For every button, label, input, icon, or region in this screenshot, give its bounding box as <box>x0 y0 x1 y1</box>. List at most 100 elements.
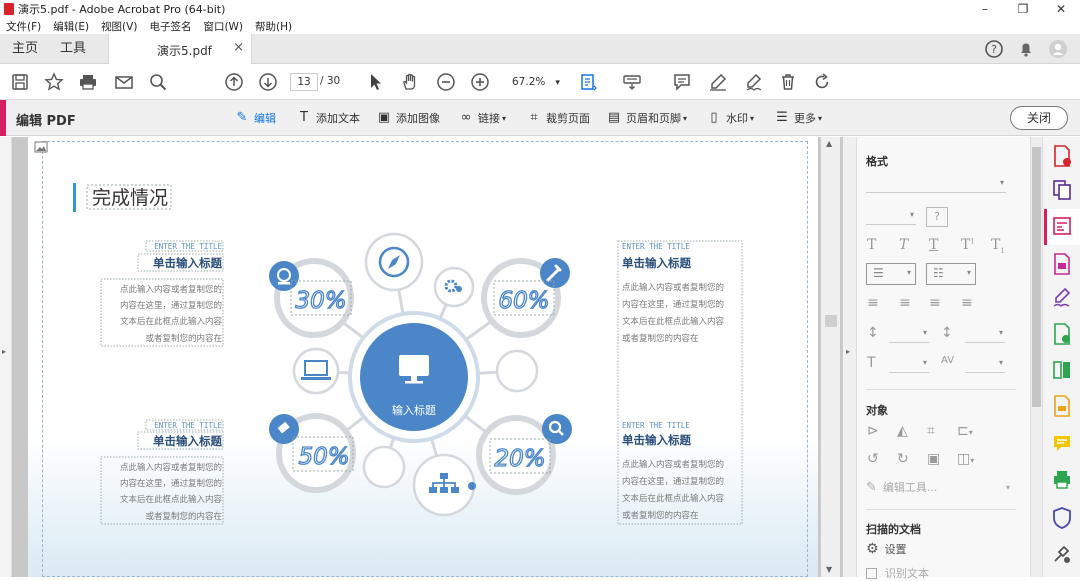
scroll-down-icon[interactable]: ▼ <box>826 565 832 574</box>
text-subscript-icon[interactable]: T1 <box>991 237 1005 255</box>
font-size-select[interactable]: ▾ <box>866 209 916 225</box>
percent-2[interactable]: 60% <box>498 287 550 314</box>
highlight-button[interactable] <box>706 70 730 94</box>
recognize-text-checkbox[interactable]: 识别文本 <box>866 565 929 581</box>
text-style-normal-icon[interactable]: T <box>867 237 876 253</box>
sign-button[interactable] <box>742 70 766 94</box>
text-italic-icon[interactable]: T <box>899 237 908 253</box>
align-center-icon[interactable]: ≡ <box>899 295 911 311</box>
zoom-level-select[interactable]: 67.2% ▾ <box>508 73 562 91</box>
horizontal-scale-icon[interactable]: T <box>867 355 876 371</box>
align-justify-icon[interactable]: ≡ <box>961 295 973 311</box>
align-right-icon[interactable]: ≡ <box>929 295 941 311</box>
maximize-button[interactable]: ❐ <box>1008 0 1038 18</box>
rotate-button[interactable] <box>810 70 834 94</box>
search-button[interactable] <box>146 70 170 94</box>
comment-button[interactable] <box>670 70 694 94</box>
replace-image-icon[interactable]: ▣ <box>927 451 940 467</box>
slide-heading[interactable]: 完成情况 <box>92 187 168 209</box>
minimize-button[interactable]: – <box>970 0 1000 18</box>
scroll-up-icon[interactable]: ▲ <box>826 139 832 148</box>
zoom-out-button[interactable] <box>434 70 458 94</box>
arrange-icon[interactable]: ◫▾ <box>957 451 974 467</box>
crop-image-icon[interactable]: ⌗ <box>927 423 935 439</box>
add-text-tool[interactable]: T 添加文本 <box>296 110 360 126</box>
menu-file[interactable]: 文件(F) <box>6 19 41 34</box>
tab-close-icon[interactable]: × <box>233 40 244 55</box>
previous-page-button[interactable] <box>222 70 246 94</box>
header-footer-tool[interactable]: ▤ 页眉和页脚 ▾ <box>606 110 687 126</box>
send-for-review-icon[interactable] <box>1052 323 1072 345</box>
tab-home[interactable]: 主页 <box>12 34 38 64</box>
paragraph-spacing-icon[interactable]: ↕ <box>941 325 953 341</box>
center-label[interactable]: 输入标题 <box>392 403 436 417</box>
panel-scroll-thumb[interactable] <box>1032 147 1041 407</box>
export-pdf-icon[interactable] <box>1052 253 1072 275</box>
print-button[interactable] <box>76 70 100 94</box>
menu-edit[interactable]: 编辑(E) <box>53 19 89 34</box>
text-block-bottom-right[interactable]: ENTER THE TITLE 单击输入标题 点此输入内容或者复制您的 内容在这… <box>622 421 725 521</box>
rotate-left-icon[interactable]: ↺ <box>867 451 879 467</box>
percent-1[interactable]: 30% <box>295 287 347 314</box>
zoom-in-button[interactable] <box>468 70 492 94</box>
character-spacing-icon[interactable]: AV <box>941 355 954 366</box>
more-tool[interactable]: ☰ 更多 ▾ <box>774 110 822 126</box>
numbered-list-button[interactable]: ☷ ▾ <box>926 263 976 285</box>
character-spacing-select[interactable]: ▾ <box>965 357 1005 373</box>
menu-view[interactable]: 视图(V) <box>101 19 137 34</box>
select-tool-button[interactable] <box>364 70 388 94</box>
left-pane-toggle[interactable]: ▸ <box>0 137 12 577</box>
scan-enhance-icon[interactable] <box>1052 395 1072 417</box>
flip-horizontal-icon[interactable]: ◭ <box>897 423 908 439</box>
menu-help[interactable]: 帮助(H) <box>255 19 292 34</box>
settings-button[interactable]: ⚙ 设置 <box>866 541 907 557</box>
bullet-list-button[interactable]: ☰ ▾ <box>866 263 916 285</box>
account-avatar-icon[interactable] <box>1048 39 1068 59</box>
hand-tool-button[interactable] <box>398 70 422 94</box>
rotate-right-icon[interactable]: ↻ <box>897 451 909 467</box>
notification-bell-icon[interactable] <box>1016 39 1036 59</box>
add-image-tool[interactable]: ▣ 添加图像 <box>376 110 440 126</box>
help-icon[interactable]: ? <box>984 39 1004 59</box>
protect-shield-icon[interactable] <box>1052 507 1072 529</box>
tab-tools[interactable]: 工具 <box>60 34 86 64</box>
menu-esign[interactable]: 电子签名 <box>149 19 191 34</box>
comment-tool-icon[interactable] <box>1052 433 1072 455</box>
close-window-button[interactable]: ✕ <box>1046 0 1076 18</box>
panel-scrollbar[interactable] <box>1030 137 1042 577</box>
percent-3[interactable]: 50% <box>298 443 350 470</box>
organize-pages-icon[interactable] <box>1052 359 1072 381</box>
page-number-input[interactable]: 13 <box>290 73 318 91</box>
align-left-icon[interactable]: ≡ <box>867 295 879 311</box>
right-pane-toggle[interactable]: ▸ <box>842 137 856 577</box>
font-help-icon[interactable]: ? <box>926 207 948 227</box>
menu-window[interactable]: 窗口(W) <box>203 19 243 34</box>
percent-4[interactable]: 20% <box>494 445 546 472</box>
text-block-bottom-left[interactable]: ENTER THE TITLE 单击输入标题 点此输入内容或者复制您的 内容在这… <box>100 419 224 525</box>
flip-vertical-icon[interactable]: ⊳ <box>867 423 879 439</box>
save-button[interactable] <box>8 70 32 94</box>
line-spacing-icon[interactable]: ↕ <box>867 325 879 341</box>
next-page-button[interactable] <box>256 70 280 94</box>
edit-text-tool[interactable]: ✎ 编辑 <box>234 110 276 126</box>
watermark-tool[interactable]: ▯ 水印 ▾ <box>706 110 754 126</box>
document-scrollbar[interactable]: ▲ ▼ <box>820 137 840 577</box>
crop-page-tool[interactable]: ⌗ 裁剪页面 <box>526 110 590 126</box>
close-edit-button[interactable]: 关闭 <box>1010 106 1068 130</box>
tab-document[interactable]: 演示5.pdf × <box>108 34 252 65</box>
delete-button[interactable] <box>776 70 800 94</box>
edit-pdf-tool-icon[interactable] <box>1052 215 1072 237</box>
bookmark-button[interactable] <box>42 70 66 94</box>
print-production-icon[interactable] <box>1052 469 1072 491</box>
font-family-select[interactable]: ▾ <box>866 177 1006 193</box>
create-pdf-icon[interactable] <box>1052 145 1072 167</box>
email-button[interactable] <box>112 70 136 94</box>
line-spacing-select[interactable]: ▾ <box>889 327 929 343</box>
paragraph-spacing-select[interactable]: ▾ <box>965 327 1005 343</box>
horizontal-scale-select[interactable]: ▾ <box>889 357 929 373</box>
scroll-thumb[interactable] <box>825 315 837 327</box>
more-tools-icon[interactable] <box>1052 543 1072 565</box>
align-objects-icon[interactable]: ⊏▾ <box>957 423 973 439</box>
text-superscript-icon[interactable]: T1 <box>961 237 975 253</box>
combine-files-icon[interactable] <box>1052 179 1072 201</box>
